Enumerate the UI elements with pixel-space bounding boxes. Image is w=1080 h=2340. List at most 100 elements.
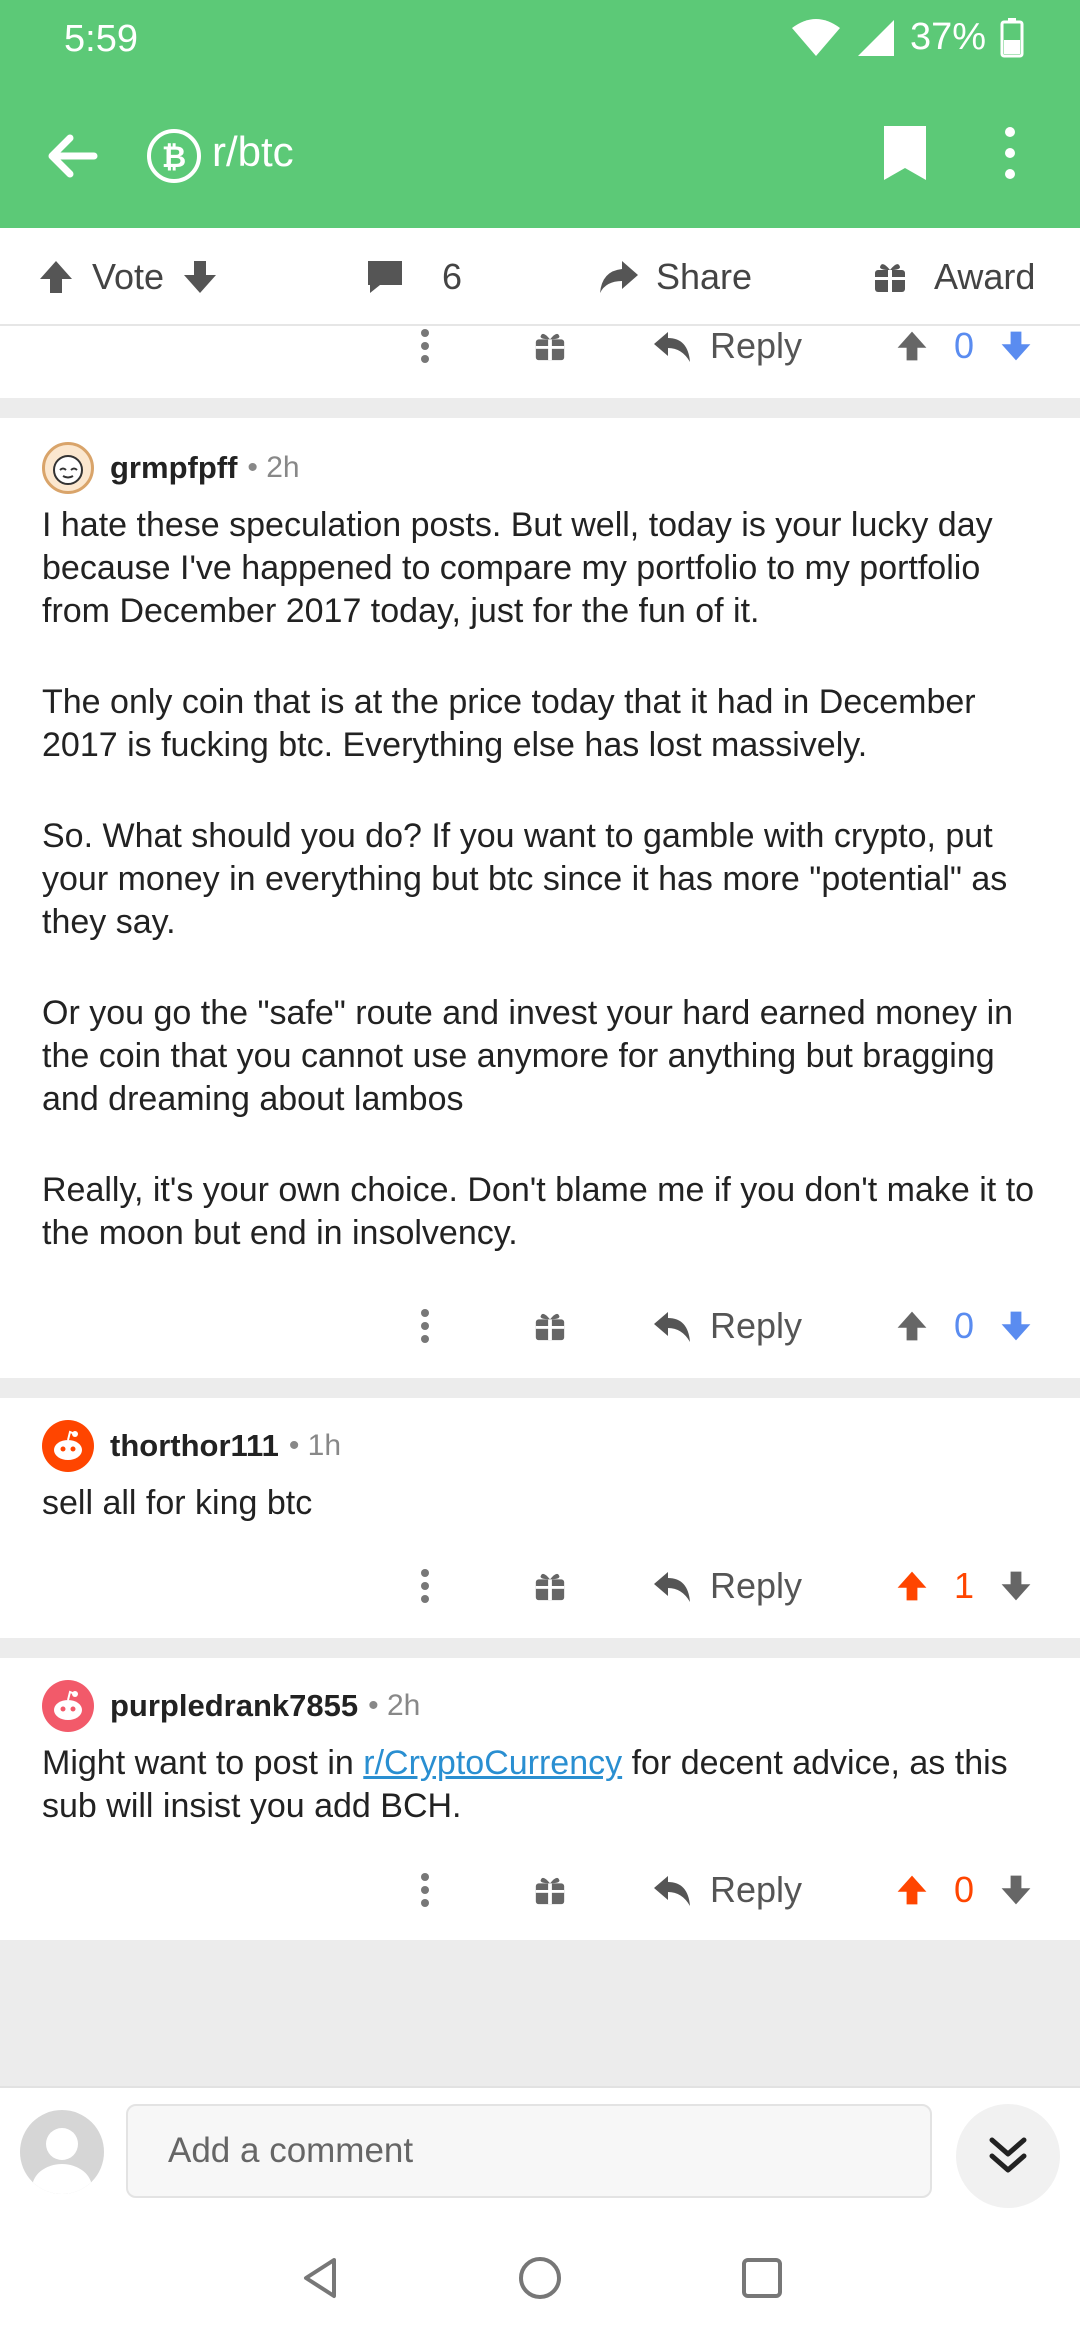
- comment-more-button[interactable]: [410, 1546, 440, 1626]
- comment-header: purpledrank7855 • 2h: [42, 1678, 420, 1734]
- upvote-button[interactable]: [892, 1850, 932, 1930]
- comment-award-button[interactable]: [530, 1850, 570, 1930]
- more-vertical-icon: [421, 329, 429, 363]
- comment-award-button[interactable]: [530, 1546, 570, 1626]
- comment-composer: Add a comment: [0, 2086, 1080, 2216]
- bookmark-button[interactable]: [880, 124, 940, 186]
- avatar[interactable]: [42, 1680, 94, 1732]
- subreddit-title[interactable]: r/btc: [212, 128, 294, 176]
- square-recents-icon: [742, 2258, 782, 2298]
- signal-icon: [857, 19, 894, 56]
- comment-icon: [368, 261, 402, 293]
- downvote-button[interactable]: [996, 1850, 1036, 1930]
- user-avatar: [20, 2110, 104, 2194]
- comment-header: thorthor111 • 1h: [42, 1418, 341, 1474]
- nav-back-button[interactable]: [284, 2242, 356, 2314]
- nav-home-button[interactable]: [504, 2242, 576, 2314]
- avatar-icon: [53, 455, 83, 485]
- score: 0: [953, 1305, 975, 1346]
- separator: [0, 1638, 1080, 1658]
- more-options-button[interactable]: [1000, 124, 1040, 186]
- comment-count: 6: [442, 256, 463, 297]
- chevron-double-down-icon: [989, 2137, 1027, 2173]
- comment-author[interactable]: grmpfpff: [110, 450, 237, 486]
- comment-award-button[interactable]: [530, 1286, 570, 1366]
- battery-icon: [1000, 17, 1024, 57]
- downvote-icon: [1001, 1571, 1031, 1601]
- reply-icon: [654, 1572, 690, 1602]
- bitcoin-icon: ₿: [146, 128, 202, 189]
- downvote-icon: [1001, 1311, 1031, 1341]
- comment-action-row: Reply 1: [0, 1546, 1080, 1626]
- reply-button[interactable]: Reply: [652, 1546, 802, 1626]
- comment-more-button[interactable]: [410, 1286, 440, 1366]
- vote-label: Vote: [92, 256, 165, 297]
- comment-header: grmpfpff • 2h: [42, 440, 300, 496]
- reply-button[interactable]: Reply: [652, 306, 802, 386]
- upvote-button[interactable]: [892, 1546, 932, 1626]
- comment-author[interactable]: thorthor111: [110, 1428, 279, 1464]
- back-icon: [48, 134, 98, 178]
- gift-icon: [535, 1313, 565, 1341]
- reply-button[interactable]: Reply: [652, 1286, 802, 1366]
- comment-action-row: Reply 0: [0, 1286, 1080, 1366]
- status-icons: 37%: [790, 16, 1024, 59]
- reply-label: Reply: [710, 325, 803, 366]
- comment-paragraph: Or you go the "safe" route and invest yo…: [42, 994, 1014, 1118]
- upvote-icon: [897, 331, 927, 361]
- upvote-icon[interactable]: [36, 257, 76, 297]
- upvote-button[interactable]: [892, 306, 932, 386]
- comment-text: Might want to post in: [42, 1744, 364, 1782]
- avatar-icon: [54, 1690, 82, 1720]
- upvote-icon: [897, 1875, 927, 1905]
- downvote-icon[interactable]: [180, 257, 220, 297]
- upvote-button[interactable]: [892, 1286, 932, 1366]
- subreddit-link[interactable]: r/CryptoCurrency: [363, 1744, 622, 1782]
- comment-input[interactable]: Add a comment: [126, 2104, 932, 2198]
- comment-author[interactable]: purpledrank7855: [110, 1688, 358, 1724]
- downvote-button[interactable]: [996, 306, 1036, 386]
- comment-paragraph: I hate these speculation posts. But well…: [42, 506, 993, 630]
- score: 0: [953, 325, 975, 366]
- downvote-button[interactable]: [996, 1286, 1036, 1366]
- comment-award-button[interactable]: [530, 306, 570, 386]
- wifi-icon: [791, 18, 840, 56]
- comment-paragraph: Really, it's your own choice. Don't blam…: [42, 1171, 1035, 1252]
- battery-percent: 37%: [909, 16, 986, 58]
- triangle-back-icon: [304, 2258, 336, 2298]
- svg-text:₿: ₿: [162, 140, 186, 175]
- downvote-button[interactable]: [996, 1546, 1036, 1626]
- score: 0: [953, 1869, 975, 1910]
- reply-label: Reply: [710, 1305, 803, 1346]
- more-vertical-icon: [421, 1873, 429, 1907]
- scroll-down-button[interactable]: [956, 2104, 1060, 2208]
- downvote-icon: [1001, 331, 1031, 361]
- back-button[interactable]: [40, 124, 104, 188]
- reply-icon: [654, 1312, 690, 1342]
- comment-more-button[interactable]: [410, 1850, 440, 1930]
- more-vertical-icon: [1005, 127, 1015, 179]
- comment-paragraph: So. What should you do? If you want to g…: [42, 817, 1008, 941]
- reply-label: Reply: [710, 1869, 803, 1910]
- avatar-icon: [54, 1430, 82, 1460]
- share-label: Share: [656, 256, 753, 297]
- comment-body: Might want to post in r/CryptoCurrency f…: [42, 1742, 1052, 1828]
- comment-body: sell all for king btc: [42, 1484, 313, 1522]
- circle-home-icon: [519, 2257, 561, 2299]
- upvote-icon: [897, 1311, 927, 1341]
- comment-more-button[interactable]: [410, 306, 440, 386]
- nav-recents-button[interactable]: [726, 2242, 798, 2314]
- bookmark-icon: [884, 126, 926, 180]
- gift-icon: [535, 333, 565, 361]
- comment-paragraph: The only coin that is at the price today…: [42, 683, 976, 764]
- gift-icon: [535, 1877, 565, 1905]
- avatar[interactable]: [42, 1420, 94, 1472]
- reply-button[interactable]: Reply: [652, 1850, 802, 1930]
- share-icon: [600, 261, 638, 293]
- separator: [0, 398, 1080, 418]
- score: 1: [953, 1565, 975, 1606]
- comment-age: • 1h: [288, 1429, 342, 1462]
- system-nav-bar: [0, 2216, 1080, 2340]
- avatar[interactable]: [42, 442, 94, 494]
- list-end-area: [0, 1940, 1080, 2086]
